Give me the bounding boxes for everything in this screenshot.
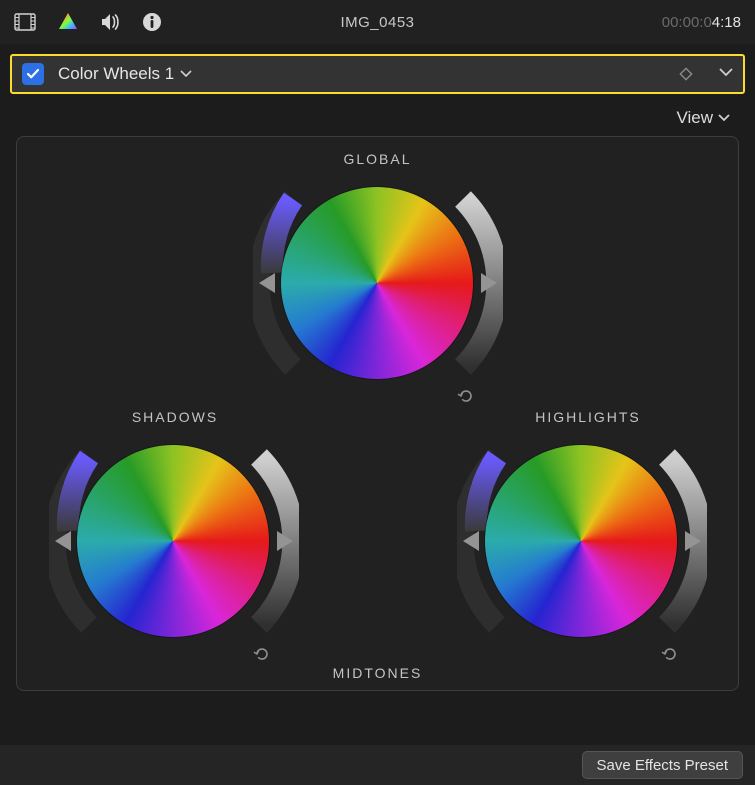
highlights-wheel-puck[interactable] (571, 531, 591, 551)
shadows-color-wheel[interactable] (49, 427, 299, 677)
view-menu[interactable]: View (0, 94, 755, 136)
keyframe-icon[interactable] (679, 67, 693, 81)
chevron-down-icon (719, 67, 733, 79)
effect-name-label: Color Wheels 1 (58, 64, 174, 84)
shadows-wheel-puck[interactable] (163, 531, 183, 551)
global-wheel-label: GLOBAL (17, 151, 738, 167)
chevron-down-icon (717, 112, 731, 124)
save-effects-preset-button[interactable]: Save Effects Preset (582, 751, 743, 779)
audio-tab-icon[interactable] (100, 13, 120, 31)
highlights-color-wheel[interactable] (457, 427, 707, 677)
global-color-wheel[interactable] (253, 169, 503, 419)
global-wheel-puck[interactable] (367, 273, 387, 293)
inspector-footer: Save Effects Preset (0, 745, 755, 785)
timecode-active: 4:18 (712, 14, 741, 31)
inspector-toolbar: IMG_0453 00:00:04:18 (0, 0, 755, 44)
midtones-wheel-label: MIDTONES (17, 665, 738, 681)
color-wheels-panel: GLOBAL (16, 136, 739, 691)
info-tab-icon[interactable] (142, 12, 162, 32)
timecode-prefix: 00:00:0 (662, 14, 712, 31)
highlights-reset-icon[interactable] (661, 645, 679, 663)
effect-row-disclosure[interactable] (719, 64, 733, 84)
effect-enable-checkbox[interactable] (22, 63, 44, 85)
effect-header-row[interactable]: Color Wheels 1 (10, 54, 745, 94)
timecode-display: 00:00:04:18 (662, 14, 741, 31)
color-tab-icon[interactable] (58, 12, 78, 32)
highlights-wheel-label: HIGHLIGHTS (498, 409, 678, 425)
shadows-reset-icon[interactable] (253, 645, 271, 663)
global-reset-icon[interactable] (457, 387, 475, 405)
effect-name-dropdown[interactable]: Color Wheels 1 (58, 64, 192, 84)
video-tab-icon[interactable] (14, 13, 36, 31)
shadows-wheel-label: SHADOWS (95, 409, 255, 425)
chevron-down-icon (180, 69, 192, 79)
view-menu-label: View (676, 108, 713, 128)
